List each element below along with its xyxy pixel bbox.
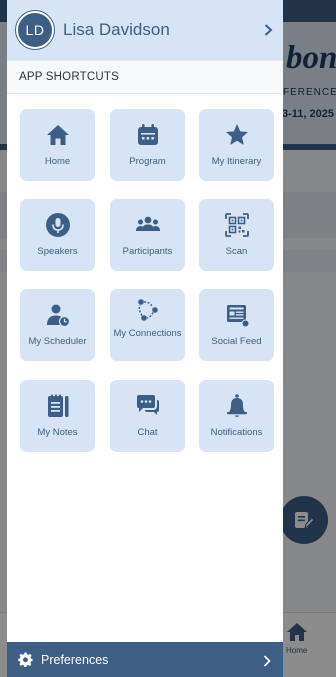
people-icon (135, 212, 161, 238)
shortcut-label: Social Feed (211, 336, 262, 347)
user-name: Lisa Davidson (63, 20, 170, 39)
social-feed-icon (224, 302, 250, 328)
shortcut-social-feed[interactable]: Social Feed (199, 289, 274, 361)
microphone-icon (45, 212, 71, 238)
chevron-right-icon (264, 24, 273, 36)
connections-icon (135, 297, 161, 323)
chevron-right-icon (263, 655, 271, 667)
shortcut-my-notes[interactable]: My Notes (20, 380, 95, 452)
shortcut-label: Participants (122, 246, 173, 257)
shortcut-my-itinerary[interactable]: My Itinerary (199, 109, 274, 181)
shortcut-label: My Notes (37, 427, 78, 438)
avatar: LD (16, 11, 54, 49)
shortcut-participants[interactable]: Participants (110, 199, 185, 271)
navigation-drawer: LD Lisa Davidson APP SHORTCUTS Home Prog… (7, 0, 283, 677)
shortcut-label: My Scheduler (28, 336, 87, 347)
shortcut-speakers[interactable]: Speakers (20, 199, 95, 271)
gear-icon (18, 652, 33, 667)
shortcut-label: Notifications (210, 427, 263, 438)
notes-icon (45, 393, 71, 419)
qr-code-icon (224, 212, 250, 238)
shortcut-label: My Connections (113, 328, 182, 339)
shortcut-my-connections[interactable]: My Connections (110, 289, 185, 361)
preferences-button[interactable]: Preferences (7, 642, 283, 677)
shortcut-label: Chat (137, 427, 158, 438)
star-icon (224, 122, 250, 148)
shortcut-notifications[interactable]: Notifications (199, 380, 274, 452)
shortcut-label: Program (129, 156, 166, 167)
shortcut-scan[interactable]: Scan (199, 199, 274, 271)
home-icon (45, 122, 71, 148)
shortcut-home[interactable]: Home (20, 109, 95, 181)
drawer-profile-header[interactable]: LD Lisa Davidson (7, 0, 283, 60)
chat-icon (135, 393, 161, 419)
shortcut-my-scheduler[interactable]: My Scheduler (20, 289, 95, 361)
calendar-icon (135, 122, 161, 148)
section-title: APP SHORTCUTS (7, 60, 283, 94)
shortcut-chat[interactable]: Chat (110, 380, 185, 452)
person-clock-icon (45, 302, 71, 328)
shortcut-program[interactable]: Program (110, 109, 185, 181)
bell-icon (224, 393, 250, 419)
shortcut-label: My Itinerary (211, 156, 262, 167)
preferences-label: Preferences (41, 652, 109, 667)
shortcut-label: Home (44, 156, 71, 167)
shortcut-label: Scan (225, 246, 248, 257)
shortcut-label: Speakers (37, 246, 78, 257)
